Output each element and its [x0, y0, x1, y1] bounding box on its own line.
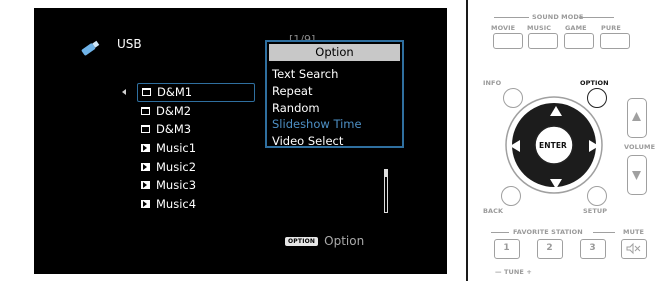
folder-icon [142, 88, 151, 97]
option-item-repeat[interactable]: Repeat [272, 84, 362, 101]
volume-down-icon [632, 171, 641, 180]
remote-control: SOUND MODE MOVIE MUSIC GAME PURE INFO OP… [469, 0, 659, 281]
divider-line [579, 17, 614, 18]
file-name: Music1 [156, 141, 197, 156]
music-file-icon [141, 199, 150, 208]
selection-arrow-icon [122, 89, 126, 95]
file-name: Music4 [156, 196, 197, 211]
volume-down-button[interactable] [627, 155, 647, 195]
divider [466, 0, 468, 281]
favorite-2-button[interactable]: 2 [537, 239, 563, 259]
favorite-3-button[interactable]: 3 [580, 239, 606, 259]
movie-label: MOVIE [491, 24, 516, 32]
option-label: OPTION [580, 79, 609, 87]
folder-icon [141, 125, 150, 134]
option-popup-title: Option [269, 44, 400, 61]
info-label: INFO [483, 79, 502, 87]
game-button[interactable] [564, 33, 594, 49]
option-hint-label: Option [324, 234, 365, 248]
option-popup: Option Text Search Repeat Random Slidesh… [265, 40, 404, 148]
file-item-music2[interactable]: Music2 [137, 157, 337, 176]
arrow-left-icon [510, 140, 520, 152]
arrow-right-icon [589, 140, 599, 152]
file-name: D&M1 [157, 85, 193, 100]
pure-label: PURE [601, 24, 621, 32]
file-item-music4[interactable]: Music4 [137, 195, 337, 214]
pure-button[interactable] [600, 33, 630, 49]
movie-button[interactable] [493, 33, 523, 49]
favorite-1-button[interactable]: 1 [494, 239, 520, 259]
file-name: D&M3 [156, 122, 192, 137]
back-label: BACK [483, 207, 504, 215]
file-item-dm1[interactable]: D&M1 [122, 83, 255, 102]
favorite-station-label: FAVORITE STATION [513, 228, 583, 236]
sound-mode-label: SOUND MODE [532, 13, 584, 21]
music-file-icon [141, 144, 150, 153]
usb-icon [81, 40, 100, 56]
volume-up-button[interactable] [627, 98, 647, 138]
file-name: Music3 [156, 178, 197, 193]
option-item-text-search[interactable]: Text Search [272, 67, 362, 84]
right-button[interactable] [580, 133, 606, 159]
mute-label: MUTE [623, 228, 645, 236]
arrow-down-icon [550, 179, 562, 189]
left-button[interactable] [503, 133, 529, 159]
folder-icon [141, 106, 150, 115]
speaker-mute-icon [626, 242, 641, 255]
divider-line [593, 232, 615, 233]
favorite-2-label: 2 [546, 243, 553, 253]
game-label: GAME [565, 24, 587, 32]
tv-screen: USB [1/9] D&M1 D&M2 D&M3 Music1 Music2 M… [34, 8, 447, 274]
up-button[interactable] [542, 100, 570, 126]
favorite-1-label: 1 [503, 243, 510, 253]
mute-button[interactable] [621, 239, 647, 259]
music-file-icon [141, 162, 150, 171]
file-name: Music2 [156, 159, 197, 174]
divider-line [494, 17, 529, 18]
file-name: D&M2 [156, 103, 192, 118]
music-file-icon [141, 181, 150, 190]
option-item-video-select[interactable]: Video Select [272, 134, 362, 151]
favorite-3-label: 3 [589, 243, 596, 253]
source-label: USB [117, 37, 142, 51]
divider-line [491, 232, 509, 233]
setup-button[interactable] [587, 186, 607, 206]
option-hint: OPTION Option [285, 234, 364, 248]
tune-label: — TUNE + [495, 268, 532, 276]
volume-up-icon [632, 112, 641, 121]
scrollbar[interactable] [384, 169, 388, 213]
enter-button[interactable]: ENTER [539, 141, 567, 150]
music-label: MUSIC [527, 24, 552, 32]
music-button[interactable] [528, 33, 558, 49]
arrow-up-icon [550, 106, 562, 116]
option-button-badge: OPTION [285, 236, 319, 246]
volume-label: VOLUME [624, 143, 656, 151]
option-item-slideshow-time[interactable]: Slideshow Time [272, 117, 362, 134]
setup-label: SETUP [583, 207, 608, 215]
back-button[interactable] [501, 186, 521, 206]
down-button[interactable] [542, 171, 570, 197]
scrollbar-thumb[interactable] [384, 169, 388, 177]
file-item-music3[interactable]: Music3 [137, 176, 337, 195]
option-item-random[interactable]: Random [272, 101, 362, 118]
